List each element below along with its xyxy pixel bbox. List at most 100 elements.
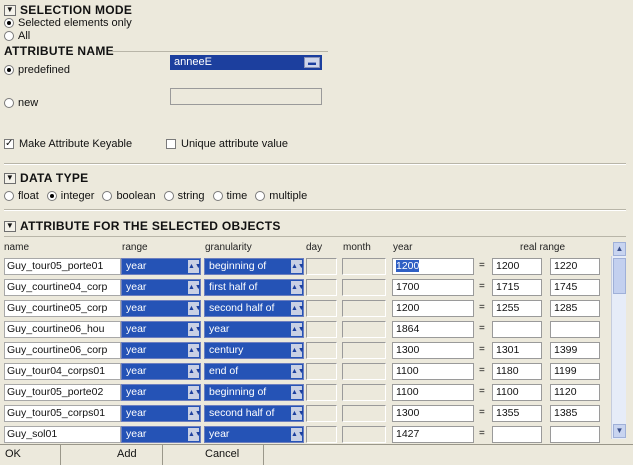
day-field[interactable]	[306, 279, 337, 296]
month-field[interactable]	[342, 363, 386, 380]
dropdown-arrow-icon[interactable]: ▲▼	[291, 260, 303, 273]
range-select[interactable]: year ▲▼	[121, 426, 201, 443]
dropdown-arrow-icon[interactable]: ▲▼	[188, 344, 200, 357]
dropdown-arrow-icon[interactable]: ▲▼	[291, 428, 303, 441]
dropdown-arrow-icon[interactable]: ▲▼	[291, 302, 303, 315]
collapse-triangle-icon[interactable]: ▼	[4, 172, 16, 184]
make-keyable-checkbox[interactable]: ✓ Make Attribute Keyable	[4, 138, 132, 150]
month-field[interactable]	[342, 300, 386, 317]
dropdown-arrow-icon[interactable]: ▲▼	[188, 281, 200, 294]
granularity-select[interactable]: second half of ▲▼	[204, 300, 304, 317]
scrollbar-thumb[interactable]	[613, 258, 626, 294]
real-range-end-field[interactable]: 1220	[550, 258, 600, 275]
unique-value-checkbox[interactable]: Unique attribute value	[166, 138, 288, 150]
dropdown-arrow-icon[interactable]: ▲▼	[188, 302, 200, 315]
radio-button-icon[interactable]	[255, 191, 266, 201]
cancel-button[interactable]: Cancel	[205, 448, 239, 460]
granularity-select[interactable]: first half of ▲▼	[204, 279, 304, 296]
day-field[interactable]	[306, 405, 337, 422]
day-field[interactable]	[306, 258, 337, 275]
range-select[interactable]: year ▲▼	[121, 405, 201, 422]
radio-button-icon[interactable]	[4, 18, 14, 28]
month-field[interactable]	[342, 426, 386, 443]
real-range-start-field[interactable]: 1355	[492, 405, 542, 422]
real-range-start-field[interactable]: 1180	[492, 363, 542, 380]
granularity-select[interactable]: year ▲▼	[204, 426, 304, 443]
dropdown-arrow-icon[interactable]: ▲▼	[291, 344, 303, 357]
collapse-triangle-icon[interactable]: ▼	[4, 220, 16, 232]
real-range-end-field[interactable]: 1120	[550, 384, 600, 401]
radio-button-icon[interactable]	[102, 191, 113, 201]
dropdown-arrow-icon[interactable]: ▲▼	[291, 281, 303, 294]
day-field[interactable]	[306, 426, 337, 443]
real-range-end-field[interactable]: 1199	[550, 363, 600, 380]
year-field[interactable]: 1100	[392, 384, 474, 401]
real-range-start-field[interactable]: 1100	[492, 384, 542, 401]
day-field[interactable]	[306, 384, 337, 401]
dropdown-arrow-icon[interactable]: ▲▼	[188, 365, 200, 378]
dropdown-arrow-icon[interactable]: ▲▼	[188, 428, 200, 441]
chevron-up-icon[interactable]: ▲	[613, 242, 626, 256]
radio-selected-elements[interactable]: Selected elements only	[4, 17, 132, 29]
month-field[interactable]	[342, 405, 386, 422]
radio-time[interactable]: time	[212, 190, 247, 202]
row-name-cell[interactable]: Guy_tour05_corps01	[4, 405, 121, 422]
range-select[interactable]: year ▲▼	[121, 258, 201, 275]
row-name-cell[interactable]: Guy_courtine05_corp	[4, 300, 121, 317]
row-name-cell[interactable]: Guy_courtine06_corp	[4, 342, 121, 359]
real-range-start-field[interactable]	[492, 426, 542, 443]
row-name-cell[interactable]: Guy_tour05_porte02	[4, 384, 121, 401]
month-field[interactable]	[342, 342, 386, 359]
range-select[interactable]: year ▲▼	[121, 363, 201, 380]
real-range-start-field[interactable]: 1301	[492, 342, 542, 359]
row-name-cell[interactable]: Guy_sol01	[4, 426, 121, 443]
checkbox-checked-icon[interactable]: ✓	[4, 139, 14, 149]
dropdown-arrow-icon[interactable]: ▲▼	[291, 323, 303, 336]
dropdown-arrow-icon[interactable]: ▲▼	[291, 386, 303, 399]
month-field[interactable]	[342, 258, 386, 275]
range-select[interactable]: year ▲▼	[121, 300, 201, 317]
day-field[interactable]	[306, 321, 337, 338]
month-field[interactable]	[342, 384, 386, 401]
day-field[interactable]	[306, 342, 337, 359]
granularity-select[interactable]: beginning of ▲▼	[204, 384, 304, 401]
real-range-start-field[interactable]: 1200	[492, 258, 542, 275]
radio-predefined[interactable]: predefined	[4, 64, 70, 76]
row-name-cell[interactable]: Guy_courtine04_corp	[4, 279, 121, 296]
radio-new[interactable]: new	[4, 97, 38, 109]
year-field[interactable]: 1427	[392, 426, 474, 443]
real-range-end-field[interactable]	[550, 426, 600, 443]
row-name-cell[interactable]: Guy_tour05_porte01	[4, 258, 121, 275]
range-select[interactable]: year ▲▼	[121, 321, 201, 338]
radio-integer[interactable]: integer	[46, 190, 94, 202]
vertical-scrollbar[interactable]: ▲ ▼	[611, 242, 626, 439]
radio-multiple[interactable]: multiple	[255, 190, 307, 202]
day-field[interactable]	[306, 300, 337, 317]
dropdown-arrow-icon[interactable]: ▲▼	[291, 407, 303, 420]
year-field[interactable]: 1300	[392, 405, 474, 422]
radio-all[interactable]: All	[4, 30, 30, 42]
granularity-select[interactable]: century ▲▼	[204, 342, 304, 359]
new-attribute-input[interactable]	[170, 88, 322, 105]
ok-button[interactable]: OK	[5, 448, 21, 460]
predefined-attribute-select[interactable]: anneeE ▬	[170, 55, 322, 70]
radio-button-icon[interactable]	[163, 191, 174, 201]
real-range-end-field[interactable]: 1745	[550, 279, 600, 296]
dropdown-arrow-icon[interactable]: ▲▼	[188, 260, 200, 273]
real-range-start-field[interactable]	[492, 321, 542, 338]
year-field[interactable]: 1200	[392, 258, 474, 275]
month-field[interactable]	[342, 279, 386, 296]
real-range-end-field[interactable]: 1399	[550, 342, 600, 359]
dropdown-arrow-icon[interactable]: ▲▼	[188, 323, 200, 336]
row-name-cell[interactable]: Guy_courtine06_hou	[4, 321, 121, 338]
granularity-select[interactable]: year ▲▼	[204, 321, 304, 338]
month-field[interactable]	[342, 321, 386, 338]
radio-button-icon[interactable]	[4, 98, 14, 108]
radio-button-icon[interactable]	[212, 191, 223, 201]
granularity-select[interactable]: end of ▲▼	[204, 363, 304, 380]
radio-string[interactable]: string	[163, 190, 205, 202]
year-field[interactable]: 1864	[392, 321, 474, 338]
year-field[interactable]: 1700	[392, 279, 474, 296]
year-field[interactable]: 1200	[392, 300, 474, 317]
radio-float[interactable]: float	[4, 190, 39, 202]
